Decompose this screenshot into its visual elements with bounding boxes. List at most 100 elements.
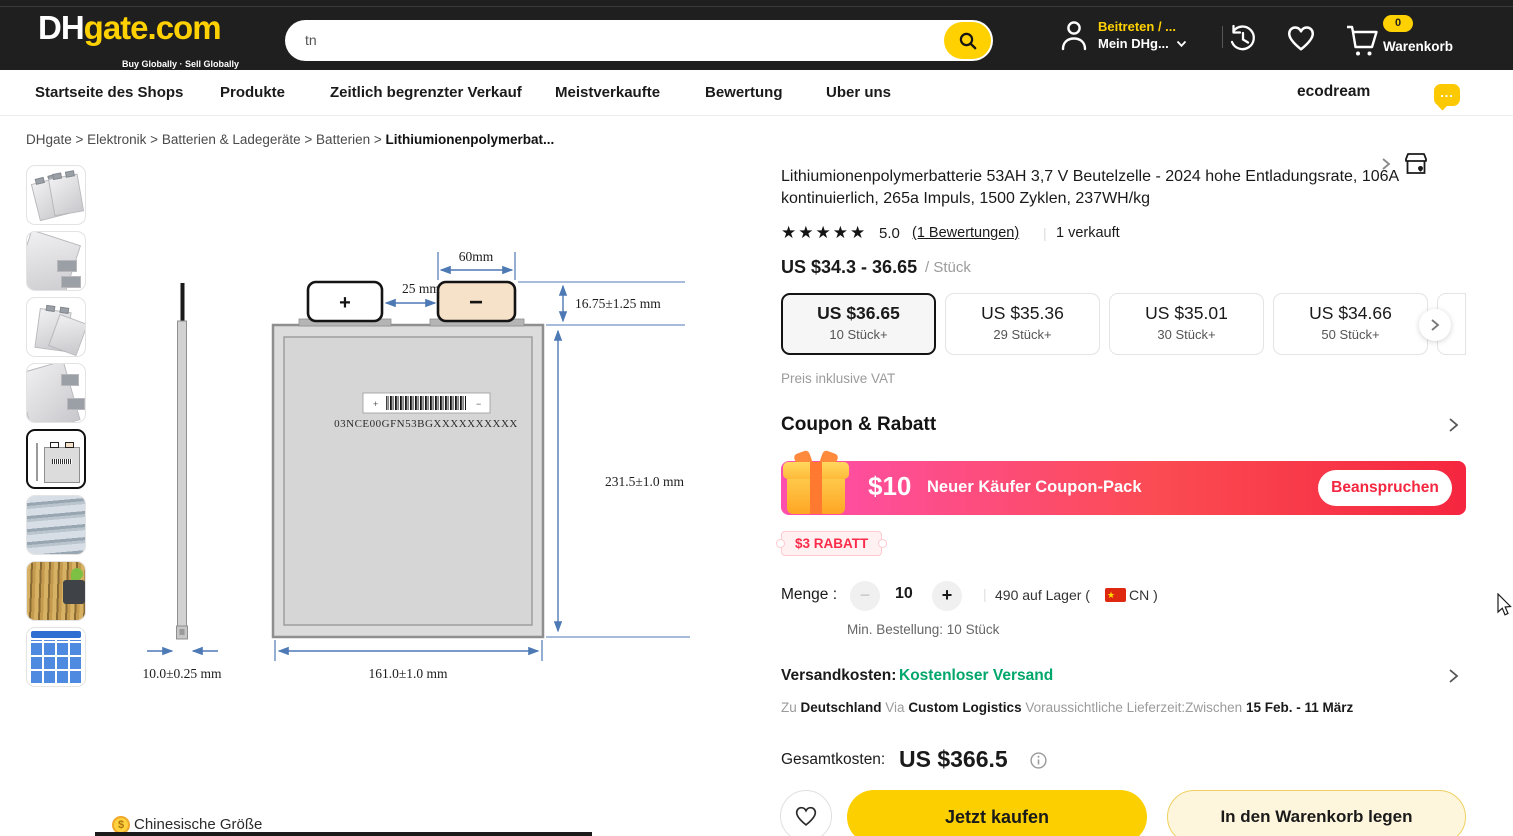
claim-coupon-button[interactable]: Beanspruchen bbox=[1318, 470, 1452, 506]
breadcrumb-current: Lithiumionenpolymerbat... bbox=[385, 132, 554, 147]
nav-item-flash-sale[interactable]: Zeitlich begrenzter Verkauf bbox=[330, 84, 522, 101]
search-button[interactable] bbox=[944, 22, 991, 59]
free-shipping-value[interactable]: Kostenloser Versand bbox=[899, 667, 1053, 685]
search-bar bbox=[285, 20, 993, 61]
mouse-cursor bbox=[1497, 593, 1512, 616]
gift-icon bbox=[783, 452, 849, 516]
cart-count-badge: 0 bbox=[1383, 15, 1413, 32]
header: DHgate.com Buy Globally · Sell Globally … bbox=[0, 0, 1513, 70]
thumbnail-7[interactable] bbox=[26, 561, 86, 621]
thumbnail-1[interactable] bbox=[26, 165, 86, 225]
quantity-label: Menge : bbox=[781, 586, 837, 604]
info-icon[interactable] bbox=[1030, 752, 1047, 769]
nav-item-bestsellers[interactable]: Meistverkaufte bbox=[555, 84, 660, 101]
ship-to-country: Deutschland bbox=[801, 700, 882, 715]
cart-button[interactable] bbox=[1344, 23, 1382, 63]
price-tier-1[interactable]: US $36.65 10 Stück+ bbox=[781, 293, 936, 355]
tier-qty: 30 Stück+ bbox=[1110, 327, 1263, 342]
rating-value: 5.0 bbox=[879, 225, 900, 242]
dim-thickness: 10.0±0.25 mm bbox=[142, 666, 222, 681]
dim-top-width: 60mm bbox=[459, 249, 494, 264]
chevron-down-icon bbox=[1176, 40, 1187, 48]
delivery-window: 15 Feb. - 11 März bbox=[1246, 700, 1353, 715]
add-to-cart-button[interactable]: In den Warenkorb legen bbox=[1167, 790, 1466, 836]
quantity-minus-button[interactable]: − bbox=[850, 581, 880, 611]
quantity-value[interactable]: 10 bbox=[895, 585, 913, 603]
tier-qty: 29 Stück+ bbox=[946, 327, 1099, 342]
account-menu[interactable]: Beitreten / ... Mein DHg... bbox=[1058, 18, 1187, 52]
search-input[interactable] bbox=[291, 21, 931, 59]
header-divider bbox=[0, 6, 1513, 7]
price-tier-4[interactable]: US $34.66 50 Stück+ bbox=[1273, 293, 1428, 355]
breadcrumb[interactable]: DHgate > Elektronik > Batterien & Ladege… bbox=[26, 132, 554, 147]
vat-note: Preis inklusive VAT bbox=[781, 371, 895, 386]
store-name-link[interactable]: ecodream bbox=[1297, 83, 1370, 101]
dhgate-logo[interactable]: DHgate.com Buy Globally · Sell Globally bbox=[38, 11, 221, 52]
cart-label[interactable]: Warenkorb bbox=[1383, 39, 1453, 54]
wishlist-button[interactable] bbox=[1286, 24, 1316, 57]
next-media-edge bbox=[95, 832, 592, 836]
price-tier-3[interactable]: US $35.01 30 Stück+ bbox=[1109, 293, 1264, 355]
min-order-note: Min. Bestellung: 10 Stück bbox=[847, 622, 999, 637]
quantity-plus-button[interactable]: + bbox=[932, 581, 962, 611]
buy-now-button[interactable]: Jetzt kaufen bbox=[847, 790, 1147, 836]
discount-tag[interactable]: $3 RABATT bbox=[781, 531, 882, 556]
cart-icon bbox=[1344, 23, 1382, 58]
product-image-diagram[interactable]: + − + − 03NCE00GFN53BGXXXXXXXXXX 60mm 25… bbox=[85, 160, 725, 790]
page: DHgate.com Buy Globally · Sell Globally … bbox=[0, 0, 1513, 836]
nav-item-home[interactable]: Startseite des Shops bbox=[35, 84, 183, 101]
tier-qty: 50 Stück+ bbox=[1274, 327, 1427, 342]
history-button[interactable] bbox=[1228, 24, 1258, 59]
tier-price: US $36.65 bbox=[783, 303, 934, 324]
side-view-pin bbox=[181, 283, 185, 323]
tier-price: US $34.66 bbox=[1274, 303, 1427, 324]
stock-info: 490 auf Lager ( bbox=[995, 587, 1090, 603]
side-view-body bbox=[178, 321, 187, 629]
coupon-chevron-icon[interactable] bbox=[1448, 417, 1459, 433]
coupon-label: Neuer Käufer Coupon-Pack bbox=[927, 478, 1142, 497]
store-nav: Startseite des Shops Produkte Zeitlich b… bbox=[0, 70, 1513, 116]
login-link[interactable]: Beitreten / ... bbox=[1098, 19, 1176, 34]
thumbnail-5-selected[interactable] bbox=[26, 429, 86, 489]
size-note: Chinesische Größe bbox=[134, 816, 262, 833]
total-label: Gesamtkosten: bbox=[781, 751, 885, 769]
coupon-amount: $10 bbox=[868, 471, 911, 502]
thumbnail-2[interactable] bbox=[26, 231, 86, 291]
chevron-right-icon bbox=[1430, 318, 1440, 332]
logo-gate: gate.com bbox=[84, 9, 221, 46]
chat-button[interactable]: ... bbox=[1434, 84, 1460, 106]
heart-icon bbox=[1286, 24, 1316, 52]
price-tier-2[interactable]: US $35.36 29 Stück+ bbox=[945, 293, 1100, 355]
header-separator bbox=[1222, 26, 1223, 48]
nav-item-reviews[interactable]: Bewertung bbox=[705, 84, 783, 101]
ship-carrier: Custom Logistics bbox=[908, 700, 1021, 715]
dim-width: 161.0±1.0 mm bbox=[368, 666, 448, 681]
nav-item-about[interactable]: Uber uns bbox=[826, 84, 891, 101]
price-range: US $34.3 - 36.65 bbox=[781, 257, 917, 278]
dim-tab-height: 16.75±1.25 mm bbox=[575, 296, 661, 311]
my-dhgate-link[interactable]: Mein DHg... bbox=[1098, 35, 1169, 52]
coupon-section-title: Coupon & Rabatt bbox=[781, 414, 936, 436]
nav-item-products[interactable]: Produkte bbox=[220, 84, 285, 101]
shipping-detail: Zu Deutschland Via Custom Logistics Vora… bbox=[781, 700, 1353, 715]
thumbnail-3[interactable] bbox=[26, 297, 86, 357]
thumbnail-4[interactable] bbox=[26, 363, 86, 423]
shipping-label: Versandkosten: bbox=[781, 667, 896, 685]
reviews-link[interactable]: (1 Bewertungen) bbox=[912, 225, 1019, 241]
history-icon bbox=[1228, 24, 1258, 54]
plus-terminal-label: + bbox=[339, 292, 351, 314]
dim-gap: 25 mm bbox=[402, 281, 440, 296]
breadcrumb-path[interactable]: DHgate > Elektronik > Batterien & Ladege… bbox=[26, 132, 385, 147]
thumbnail-8[interactable] bbox=[26, 627, 86, 687]
tier-next-button[interactable] bbox=[1419, 309, 1451, 341]
sold-count: 1 verkauft bbox=[1056, 225, 1120, 241]
wishlist-heart-button[interactable] bbox=[780, 790, 832, 836]
svg-text:−: − bbox=[476, 399, 481, 409]
shipping-chevron-icon[interactable] bbox=[1448, 668, 1459, 684]
stock-country: CN ) bbox=[1129, 587, 1158, 603]
serial-number: 03NCE00GFN53BGXXXXXXXXXX bbox=[334, 418, 518, 430]
thumbnail-6[interactable] bbox=[26, 495, 86, 555]
price-unit: / Stück bbox=[925, 259, 971, 276]
tier-price: US $35.01 bbox=[1110, 303, 1263, 324]
dim-height: 231.5±1.0 mm bbox=[605, 474, 685, 489]
